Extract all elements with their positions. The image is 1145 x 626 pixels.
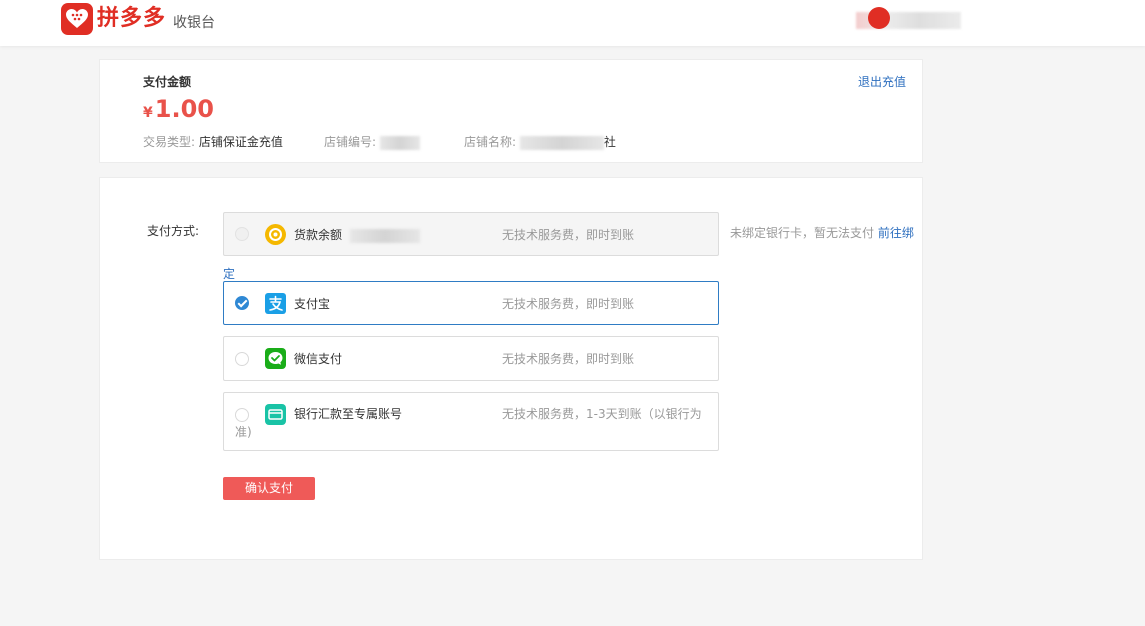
balance-coin-icon bbox=[265, 224, 286, 245]
shop-id-redacted bbox=[379, 135, 420, 150]
shop-name-row: 店铺名称: 社 bbox=[464, 134, 616, 150]
alipay-fee-note: 无技术服务费，即时到账 bbox=[502, 297, 635, 311]
wechat-option-name: 微信支付 bbox=[294, 352, 343, 366]
radio-wechat[interactable] bbox=[235, 352, 249, 366]
alipay-icon bbox=[265, 293, 286, 314]
amount-label: 支付金额 bbox=[143, 75, 192, 89]
unbound-note-text: 未绑定银行卡，暂无法支付 bbox=[730, 226, 875, 240]
balance-option-name: 货款余额 bbox=[294, 228, 343, 242]
exit-recharge-link[interactable]: 退出充值 bbox=[858, 74, 906, 90]
radio-alipay[interactable] bbox=[235, 296, 249, 310]
radio-balance bbox=[235, 227, 249, 241]
trade-type-value: 店铺保证金充值 bbox=[198, 135, 283, 149]
shop-name-label: 店铺名称: bbox=[464, 135, 517, 149]
payment-option-alipay[interactable]: 支付宝 无技术服务费，即时到账 bbox=[223, 281, 719, 325]
bind-bank-link[interactable]: 前往绑 bbox=[878, 226, 914, 240]
balance-amount-redacted bbox=[349, 228, 420, 243]
user-avatar[interactable] bbox=[868, 7, 890, 29]
payment-method-label: 支付方式: bbox=[147, 224, 200, 238]
amount-value: 1.00 bbox=[154, 95, 214, 123]
balance-fee-note: 无技术服务费，即时到账 bbox=[502, 228, 635, 242]
order-summary-card: 支付金额 ¥1.00 交易类型: 店铺保证金充值 店铺编号: 店铺名称: 社 退… bbox=[99, 59, 923, 163]
unbound-bank-note: 未绑定银行卡，暂无法支付 前往绑 bbox=[730, 225, 914, 241]
wechat-fee-note: 无技术服务费，即时到账 bbox=[502, 352, 635, 366]
pinduoduo-logo-icon[interactable] bbox=[61, 3, 93, 35]
top-header: 拼多多 收银台 bbox=[0, 0, 1145, 46]
currency-symbol: ¥ bbox=[143, 105, 153, 121]
trade-type-label: 交易类型: bbox=[143, 135, 196, 149]
bind-bank-link-wrap[interactable]: 定 bbox=[223, 266, 235, 282]
payment-option-wechat[interactable]: 微信支付 无技术服务费，即时到账 bbox=[223, 336, 719, 381]
trade-type-row: 交易类型: 店铺保证金充值 bbox=[143, 134, 283, 150]
shop-id-label: 店铺编号: bbox=[324, 135, 377, 149]
shop-name-redacted bbox=[519, 135, 604, 150]
alipay-option-name: 支付宝 bbox=[294, 297, 331, 311]
payment-method-card: 支付方式: 货款余额 无技术服务费，即时到账 未绑定银行卡，暂无法支付 前往绑 … bbox=[99, 177, 923, 560]
cashier-subtitle: 收银台 bbox=[173, 15, 215, 31]
payment-amount: ¥1.00 bbox=[143, 94, 214, 128]
bank-transfer-fee-note: 无技术服务费，1-3天到账（以银行为准) bbox=[235, 407, 702, 439]
wechat-pay-icon bbox=[265, 348, 286, 369]
payment-option-balance: 货款余额 无技术服务费，即时到账 bbox=[223, 212, 719, 256]
balance-option-label: 货款余额 bbox=[294, 227, 420, 243]
payment-option-bank-transfer[interactable]: 银行汇款至专属账号 无技术服务费，1-3天到账（以银行为准) bbox=[223, 392, 719, 451]
brand-name: 拼多多 bbox=[97, 6, 167, 31]
confirm-payment-button[interactable]: 确认支付 bbox=[223, 477, 315, 500]
shop-id-row: 店铺编号: bbox=[324, 134, 420, 150]
shop-name-visible: 社 bbox=[603, 135, 616, 149]
